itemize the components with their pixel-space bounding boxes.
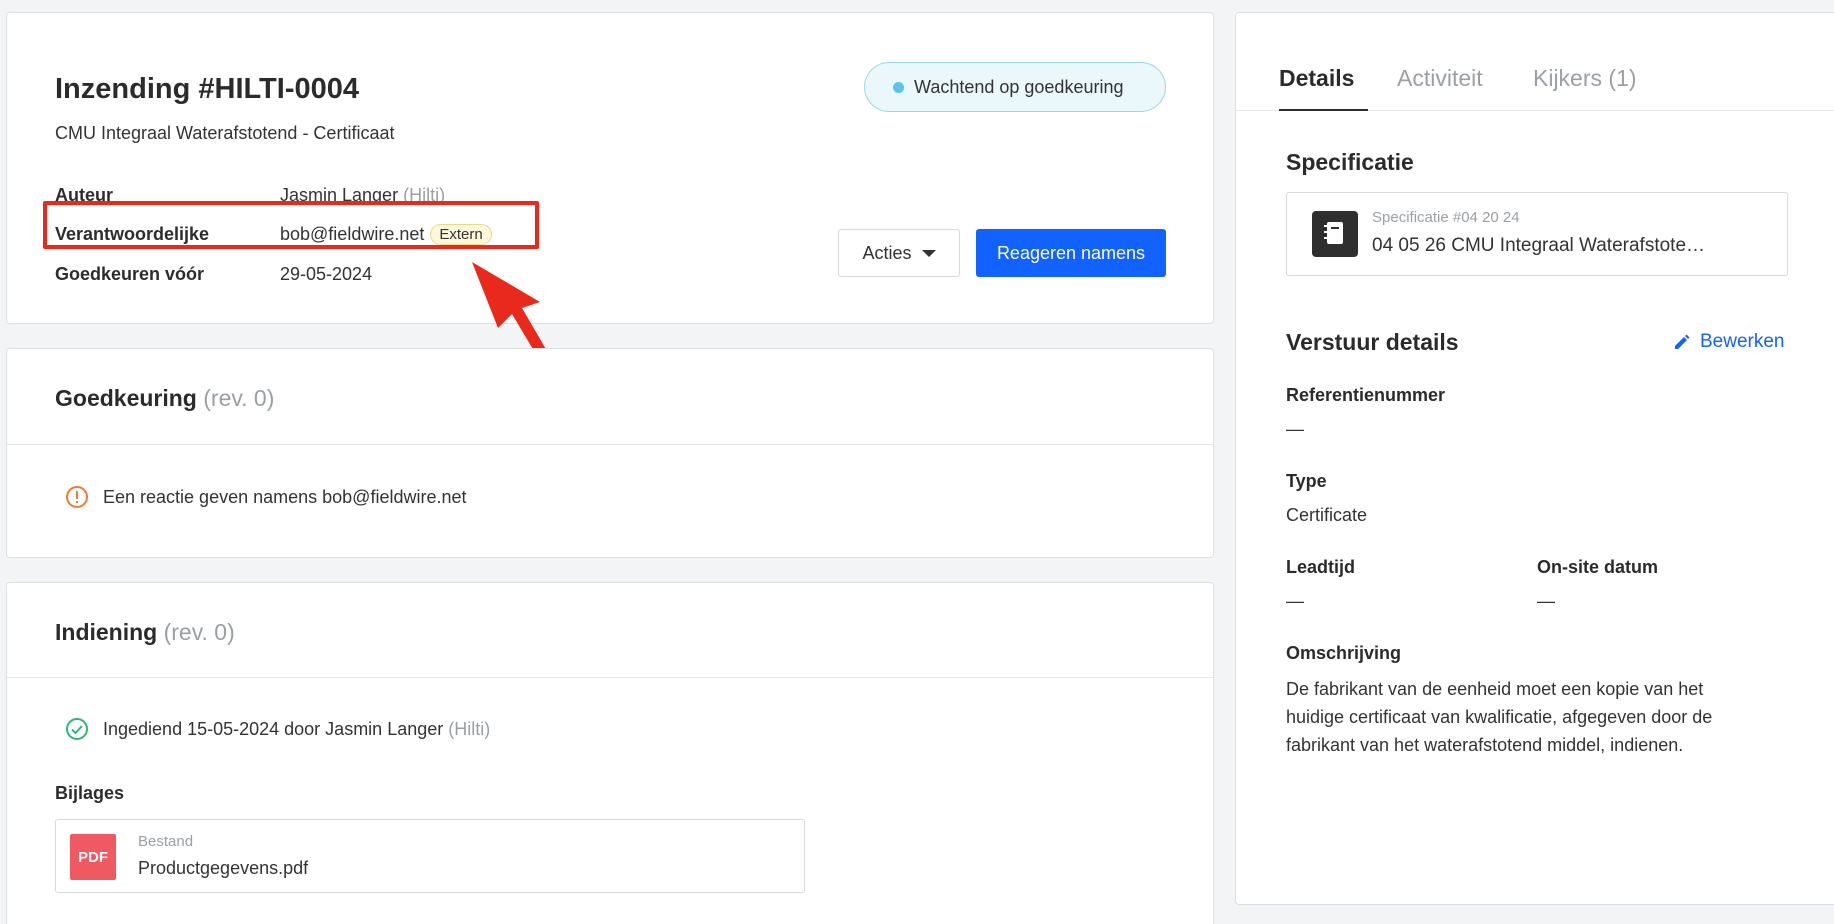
edit-label: Bewerken	[1700, 331, 1785, 352]
spec-name: 04 05 26 CMU Integraal Waterafstote…	[1372, 235, 1706, 256]
attachment-file[interactable]: PDF Bestand Productgegevens.pdf	[55, 819, 805, 893]
approval-title: Goedkeuring (rev. 0)	[55, 385, 274, 412]
page-title: Inzending #HILTI-0004	[55, 73, 360, 105]
description-label: Omschrijving	[1286, 643, 1402, 663]
spec-link[interactable]: Specificatie #04 20 24 04 05 26 CMU Inte…	[1286, 192, 1788, 276]
submitted-text: Ingediend 15-05-2024 door Jasmin Langer	[103, 718, 444, 739]
type-value: Certificate	[1286, 505, 1368, 525]
pdf-icon: PDF	[70, 834, 116, 880]
attachments-label: Bijlages	[55, 783, 125, 803]
status-badge: Wachtend op goedkeuring	[864, 62, 1166, 112]
caret-down-icon	[921, 249, 936, 257]
submission-title: Indiening (rev. 0)	[55, 619, 235, 646]
tab-activity[interactable]: Activiteit	[1397, 65, 1483, 92]
submission-status-line: Ingediend 15-05-2024 door Jasmin Langer …	[65, 717, 490, 741]
description-value: De fabrikant van de eenheid moet een kop…	[1286, 679, 1713, 755]
reference-value: —	[1286, 419, 1304, 439]
author-name: Jasmin Langer	[280, 185, 399, 205]
tab-viewers-label: Kijkers	[1533, 65, 1603, 91]
respond-on-behalf-button[interactable]: Reageren namens	[976, 229, 1166, 277]
actions-label: Acties	[862, 242, 912, 263]
spec-kind: Specificatie #04 20 24	[1372, 209, 1520, 226]
pencil-icon	[1675, 334, 1690, 349]
submission-card: Indiening (rev. 0) Ingediend 15-05-2024 …	[6, 582, 1214, 924]
submitted-company: (Hilti)	[448, 718, 491, 739]
divider	[7, 444, 1213, 445]
file-kind: Bestand	[138, 833, 194, 850]
tab-viewers[interactable]: Kijkers (1)	[1533, 65, 1637, 92]
submission-rev: (rev. 0)	[163, 619, 235, 645]
send-details-title: Verstuur details	[1286, 329, 1459, 355]
leadtime-label: Leadtijd	[1286, 557, 1356, 577]
active-tab-indicator	[1279, 109, 1368, 111]
actions-dropdown-button[interactable]: Acties	[838, 229, 960, 277]
author-label: Auteur	[55, 185, 113, 205]
onsite-value: —	[1537, 591, 1555, 611]
spec-book-icon	[1312, 211, 1358, 257]
file-name: Productgegevens.pdf	[138, 858, 309, 878]
submission-header-card: Inzending #HILTI-0004 CMU Integraal Wate…	[6, 12, 1214, 324]
responsible-label: Verantwoordelijke	[55, 224, 210, 244]
details-panel: Details Activiteit Kijkers (1) Specifica…	[1235, 12, 1834, 905]
viewers-count: (1)	[1608, 65, 1637, 91]
extern-badge: Extern	[430, 224, 492, 245]
approval-title-text: Goedkeuring	[55, 385, 197, 411]
check-circle-icon	[66, 718, 88, 740]
author-company: (Hilti)	[403, 185, 446, 205]
status-dot-icon	[893, 81, 904, 93]
approval-card: Goedkeuring (rev. 0) Een reactie geven n…	[6, 348, 1214, 558]
leadtime-value: —	[1286, 591, 1304, 611]
edit-button[interactable]: Bewerken	[1672, 331, 1785, 353]
page-subtitle: CMU Integraal Waterafstotend - Certifica…	[55, 123, 395, 143]
status-text: Wachtend op goedkeuring	[914, 76, 1124, 97]
onsite-label: On-site datum	[1537, 557, 1659, 577]
meta-responsible-row: Verantwoordelijke bob@fieldwire.net Exte…	[55, 224, 492, 245]
approval-status-line: Een reactie geven namens bob@fieldwire.n…	[65, 485, 467, 509]
responsible-value: bob@fieldwire.net	[280, 224, 425, 244]
type-label: Type	[1286, 471, 1327, 491]
tab-details[interactable]: Details	[1279, 65, 1354, 92]
tab-bar: Details Activiteit Kijkers (1)	[1236, 13, 1834, 111]
reference-label: Referentienummer	[1286, 385, 1446, 405]
due-label: Goedkeuren vóór	[55, 264, 205, 284]
approval-rev: (rev. 0)	[203, 385, 275, 411]
due-value: 29-05-2024	[280, 264, 373, 284]
warning-circle-icon	[66, 486, 88, 508]
submission-title-text: Indiening	[55, 619, 158, 645]
spec-title: Specificatie	[1286, 149, 1414, 175]
meta-author-row: Auteur Jasmin Langer (Hilti)	[55, 185, 445, 206]
divider	[7, 677, 1213, 678]
approval-message: Een reactie geven namens bob@fieldwire.n…	[103, 486, 467, 507]
meta-due-row: Goedkeuren vóór 29-05-2024	[55, 264, 372, 285]
